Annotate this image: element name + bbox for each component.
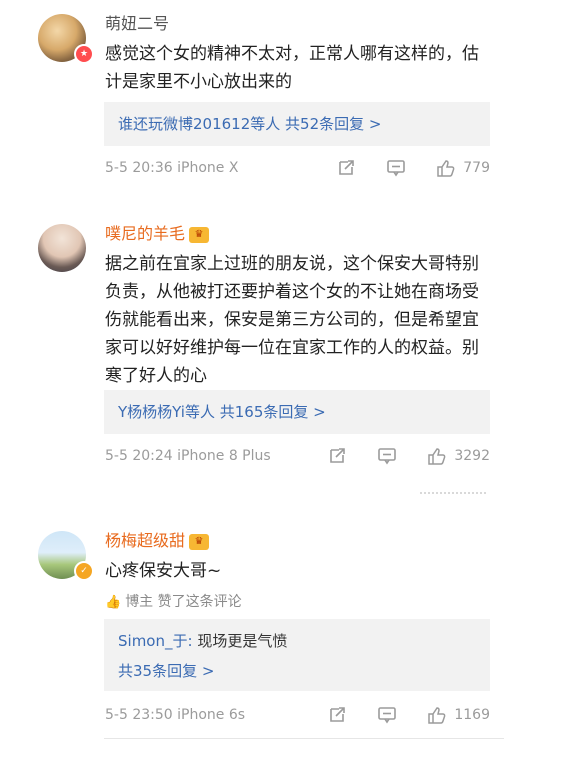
like-icon[interactable]: [426, 704, 448, 726]
reply-summary-box[interactable]: Y杨杨杨Yi等人 共165条回复 >: [104, 390, 490, 434]
forward-icon[interactable]: [335, 157, 357, 179]
comment-item: ✓ 杨梅超级甜 ♛ 心疼保安大哥~ 👍 博主 赞了这条评论 Simon_于: 现场更…: [0, 517, 584, 737]
comment-text: 据之前在宜家上过班的朋友说，这个保安大哥特别负责，从他被打还要护着这个女的不让她…: [105, 254, 479, 386]
comment-item: ★ 萌妞二号 感觉这个女的精神不太对，正常人哪有这样的，估计是家里不小心放出来的…: [0, 0, 584, 200]
comment-meta: 5-5 20:36 iPhone X: [105, 160, 239, 176]
reply-summary-box[interactable]: 谁还玩微博201612等人 共52条回复 >: [104, 102, 490, 146]
author-liked-text: 博主 赞了这条评论: [125, 594, 242, 610]
forward-icon[interactable]: [326, 704, 348, 726]
avatar[interactable]: [38, 224, 86, 272]
comment-text: 感觉这个女的精神不太对，正常人哪有这样的，估计是家里不小心放出来的: [105, 44, 479, 92]
comment-actions: 1169: [298, 704, 490, 726]
comment-icon[interactable]: [376, 704, 398, 726]
reply-summary-link[interactable]: 谁还玩微博201612等人 共52条回复 >: [118, 112, 381, 136]
comment-username[interactable]: 萌妞二号: [105, 14, 169, 34]
divider: [104, 738, 504, 739]
comment-username[interactable]: 杨梅超级甜 ♛: [105, 531, 210, 551]
divider: [420, 492, 486, 498]
like-icon[interactable]: [426, 445, 448, 467]
like-count: 3292: [454, 448, 490, 464]
comment-icon[interactable]: [376, 445, 398, 467]
comment-list: ★ 萌妞二号 感觉这个女的精神不太对，正常人哪有这样的，估计是家里不小心放出来的…: [0, 0, 584, 757]
vip-crown-icon: ♛: [189, 226, 210, 243]
comment-item: 噗尼的羊毛 ♛ 据之前在宜家上过班的朋友说，这个保安大哥特别负责，从他被打还要护着…: [0, 210, 584, 485]
forward-icon[interactable]: [326, 445, 348, 467]
comment-username[interactable]: 噗尼的羊毛 ♛: [105, 224, 210, 244]
verified-badge-icon: ★: [74, 44, 94, 64]
like-icon[interactable]: [435, 157, 457, 179]
comment-meta: 5-5 20:24 iPhone 8 Plus: [105, 448, 271, 464]
reply-text: 现场更是气愤: [192, 632, 288, 650]
author-liked-notice: 👍 博主 赞了这条评论: [105, 591, 242, 611]
comment-meta: 5-5 23:50 iPhone 6s: [105, 707, 246, 723]
vip-crown-icon: ♛: [189, 533, 210, 550]
comment-actions: 3292: [298, 445, 490, 467]
username-text[interactable]: 噗尼的羊毛: [105, 224, 185, 243]
like-count: 1169: [454, 707, 490, 723]
reply-preview-box[interactable]: Simon_于: 现场更是气愤 共35条回复 >: [104, 619, 490, 691]
reply-author[interactable]: Simon_于:: [118, 632, 193, 650]
reply-total-link[interactable]: 共35条回复 >: [118, 659, 214, 683]
like-count: 779: [463, 160, 490, 176]
comment-actions: 779: [307, 157, 490, 179]
reply-summary-link[interactable]: Y杨杨杨Yi等人 共165条回复 >: [118, 400, 326, 424]
comment-icon[interactable]: [385, 157, 407, 179]
verified-badge-icon: ✓: [74, 561, 94, 581]
username-text[interactable]: 杨梅超级甜: [105, 531, 185, 550]
thumbs-up-icon: 👍: [105, 595, 122, 610]
comment-text: 心疼保安大哥~: [105, 561, 222, 581]
reply-preview[interactable]: Simon_于: 现场更是气愤: [118, 629, 287, 653]
